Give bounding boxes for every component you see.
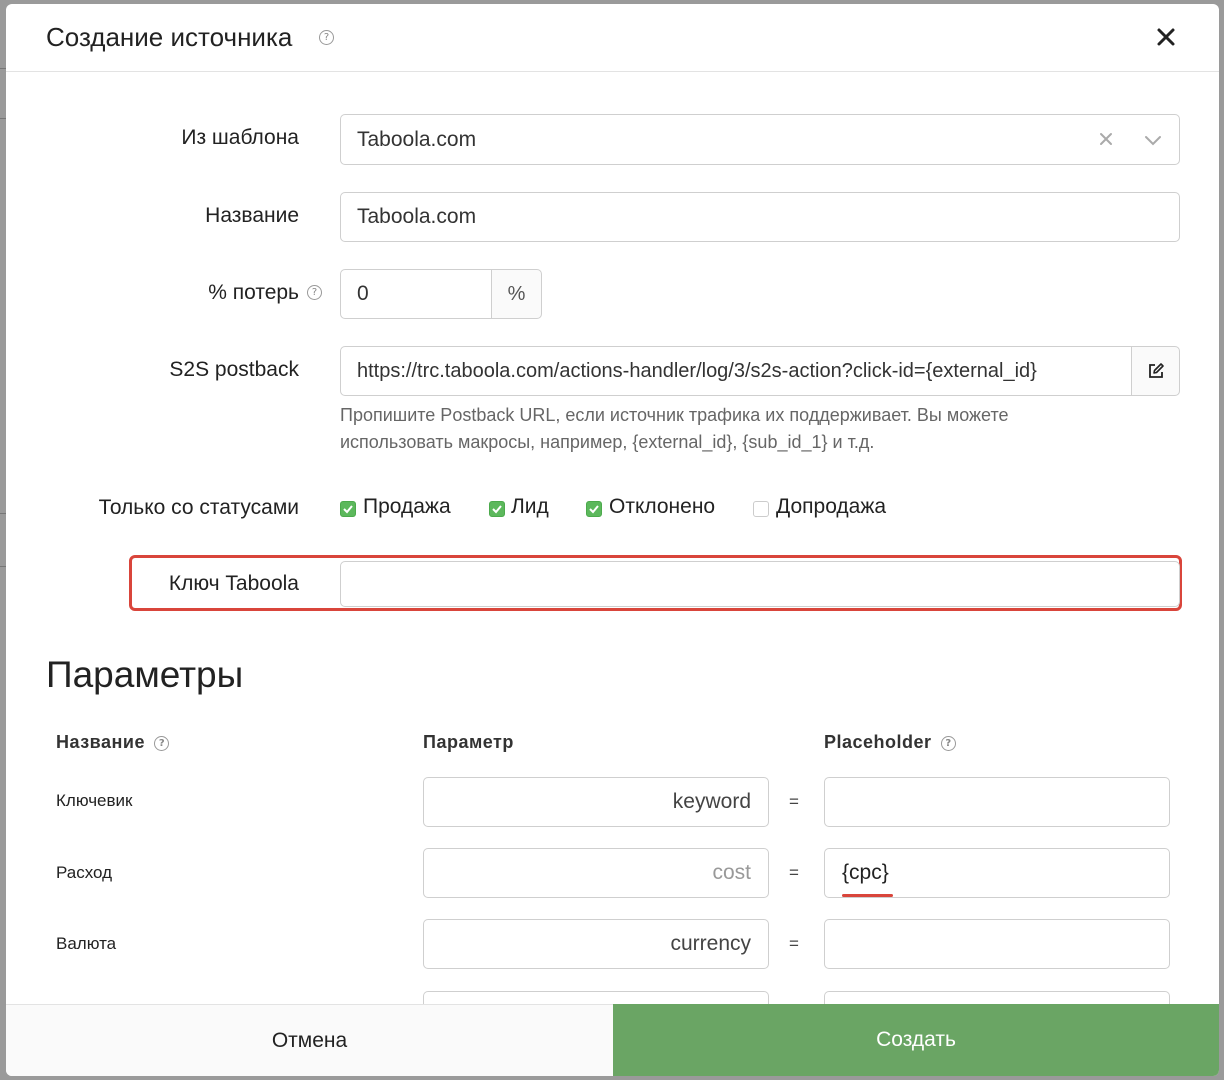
checkbox-sale[interactable] [340, 501, 356, 517]
placeholder-input-cost-value: {cpc} [842, 861, 889, 884]
spellcheck-underline [842, 894, 893, 897]
template-select[interactable]: Taboola.com [340, 114, 1180, 165]
dialog-title: Создание источника [46, 22, 293, 52]
name-input[interactable]: Taboola.com [340, 192, 1180, 242]
edit-postback-button[interactable] [1131, 346, 1180, 396]
taboola-key-label: Ключ Taboola [168, 572, 299, 595]
placeholder-input-keyword[interactable] [824, 777, 1170, 827]
param-input-keyword[interactable]: keyword [423, 777, 769, 827]
name-label: Название [205, 204, 299, 227]
loss-input[interactable]: 0 [340, 269, 492, 319]
check-icon [492, 505, 502, 514]
clear-icon[interactable] [1097, 130, 1115, 148]
check-icon [343, 505, 353, 514]
checkbox-rejected-label: Отклонено [609, 495, 716, 518]
create-source-dialog: Создание источника ? Из шаблона Taboola.… [6, 4, 1219, 1076]
placeholder-input-currency[interactable] [824, 919, 1170, 969]
param-name-cost: Расход [56, 863, 113, 882]
equals-sign: = [789, 792, 799, 811]
param-input-currency-value: currency [670, 932, 751, 955]
postback-label: S2S postback [169, 358, 299, 381]
cancel-button[interactable]: Отмена [6, 1004, 613, 1076]
taboola-key-input[interactable] [340, 561, 1180, 607]
checkbox-sale-label: Продажа [363, 495, 451, 518]
param-name-keyword: Ключевик [56, 791, 133, 810]
col-header-placeholder-text: Placeholder [824, 732, 932, 752]
param-input-keyword-value: keyword [672, 790, 751, 813]
create-button[interactable]: Создать [613, 1004, 1219, 1076]
statuses-label: Только со статусами [98, 496, 299, 519]
help-icon[interactable]: ? [154, 735, 170, 751]
postback-hint-line1: Пропишите Postback URL, если источник тр… [340, 405, 1009, 425]
percent-addon: % [491, 269, 542, 319]
parameters-title: Параметры [46, 654, 244, 695]
checkbox-rejected[interactable] [586, 501, 602, 517]
param-input-cost[interactable]: cost [423, 848, 769, 898]
checkbox-lead-label: Лид [511, 495, 549, 518]
check-icon [589, 505, 599, 514]
col-header-placeholder: Placeholder ? [824, 732, 957, 753]
help-icon[interactable]: ? [307, 285, 322, 300]
edit-icon [1148, 363, 1164, 378]
dialog-footer: Отмена Создать [6, 1004, 1219, 1076]
close-icon [1157, 28, 1175, 46]
equals-sign: = [789, 934, 799, 953]
param-input-cost-placeholder: cost [712, 861, 751, 884]
checkbox-upsell-label: Допродажа [776, 495, 887, 518]
checkbox-lead[interactable] [489, 501, 505, 517]
postback-input-value: https://trc.taboola.com/actions-handler/… [357, 359, 1037, 382]
template-select-value: Taboola.com [357, 127, 477, 151]
checkbox-upsell[interactable] [753, 501, 769, 517]
col-header-name: Название ? [56, 732, 170, 753]
close-button[interactable] [1153, 24, 1179, 50]
postback-input[interactable]: https://trc.taboola.com/actions-handler/… [340, 346, 1132, 396]
col-header-param: Параметр [423, 732, 514, 752]
postback-hint-line2: использовать макросы, например, {externa… [340, 432, 875, 452]
param-name-currency: Валюта [56, 934, 117, 953]
loss-label: % потерь [208, 281, 299, 304]
help-icon[interactable]: ? [319, 30, 334, 45]
name-input-value: Taboola.com [357, 205, 477, 228]
dialog-header: Создание источника ? [6, 4, 1219, 72]
col-header-name-text: Название [56, 732, 145, 752]
loss-input-value: 0 [357, 282, 369, 305]
template-label: Из шаблона [181, 126, 299, 149]
equals-sign: = [789, 863, 799, 882]
placeholder-input-cost[interactable]: {cpc} [824, 848, 1170, 898]
chevron-down-icon[interactable] [1143, 131, 1163, 149]
param-input-currency[interactable]: currency [423, 919, 769, 969]
help-icon[interactable]: ? [941, 735, 957, 751]
